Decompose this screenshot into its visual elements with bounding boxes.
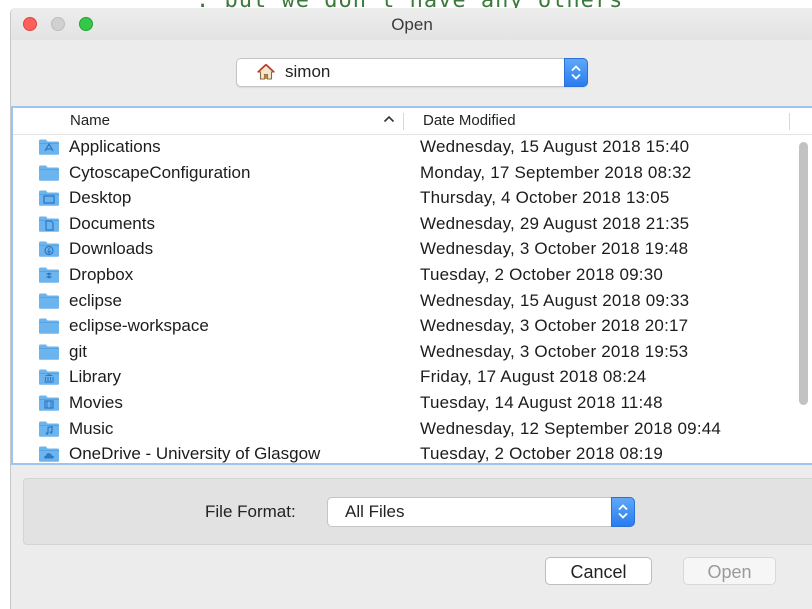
file-date: Wednesday, 12 September 2018 09:44 [420, 418, 722, 438]
column-divider[interactable] [789, 113, 790, 130]
file-row[interactable]: eclipse-workspace Wednesday, 3 October 2… [13, 313, 798, 339]
file-row[interactable]: CytoscapeConfiguration Monday, 17 Septem… [13, 160, 798, 186]
file-format-label: File Format: [205, 502, 296, 521]
file-name: CytoscapeConfiguration [69, 162, 251, 182]
up-down-chevron-icon [618, 504, 628, 519]
folder-icon [38, 164, 60, 182]
file-date: Wednesday, 15 August 2018 09:33 [420, 290, 690, 310]
home-icon [257, 63, 275, 80]
file-list[interactable]: Name Date Modified Applications Wednesda… [11, 106, 812, 465]
file-format-panel: File Format: All Files [23, 478, 812, 545]
file-date: Wednesday, 3 October 2018 19:53 [420, 341, 689, 361]
date-column-header[interactable]: Date Modified [423, 112, 516, 129]
file-name: Desktop [69, 188, 132, 208]
library-folder-icon [38, 368, 60, 386]
file-format-value: All Files [345, 502, 405, 521]
file-date: Wednesday, 3 October 2018 20:17 [420, 316, 689, 336]
file-row[interactable]: Music Wednesday, 12 September 2018 09:44 [13, 416, 798, 442]
chevron-up-icon[interactable] [383, 115, 395, 123]
file-name: Dropbox [69, 264, 134, 284]
vertical-scrollbar[interactable] [796, 134, 811, 465]
name-column-header[interactable]: Name [70, 112, 110, 129]
downloads-folder-icon [38, 240, 60, 258]
folder-icon [38, 292, 60, 310]
up-down-chevron-icon [571, 65, 581, 80]
file-date: Wednesday, 29 August 2018 21:35 [420, 213, 690, 233]
documents-folder-icon [38, 215, 60, 233]
file-row[interactable]: Desktop Thursday, 4 October 2018 13:05 [13, 185, 798, 211]
window-title: Open [391, 15, 433, 34]
file-date: Thursday, 4 October 2018 13:05 [420, 188, 670, 208]
folder-icon [38, 343, 60, 361]
location-label: simon [285, 62, 331, 81]
file-date: Friday, 17 August 2018 08:24 [420, 367, 647, 387]
cancel-button[interactable]: Cancel [545, 557, 652, 585]
location-dropdown[interactable]: simon [236, 58, 588, 87]
file-format-dropdown[interactable]: All Files [327, 497, 635, 527]
file-row[interactable]: Applications Wednesday, 15 August 2018 1… [13, 134, 798, 160]
music-folder-icon [38, 420, 60, 438]
background-text: . but we don't have any others [196, 0, 623, 8]
folder-icon [38, 317, 60, 335]
file-row[interactable]: Dropbox Tuesday, 2 October 2018 09:30 [13, 262, 798, 288]
movies-folder-icon [38, 394, 60, 412]
file-name: Downloads [69, 239, 154, 259]
file-name: Movies [69, 392, 123, 412]
column-header: Name Date Modified [13, 108, 812, 135]
file-row[interactable]: Documents Wednesday, 29 August 2018 21:3… [13, 211, 798, 237]
file-date: Monday, 17 September 2018 08:32 [420, 162, 692, 182]
file-date: Tuesday, 2 October 2018 09:30 [420, 264, 664, 284]
file-row[interactable]: Downloads Wednesday, 3 October 2018 19:4… [13, 236, 798, 262]
open-dialog: Open simon Name Date Modified Applicatio… [10, 8, 812, 609]
file-date: Wednesday, 3 October 2018 19:48 [420, 239, 689, 259]
file-name: Library [69, 367, 121, 387]
file-name: OneDrive - University of Glasgow [69, 444, 321, 464]
file-name: git [69, 341, 87, 361]
open-button[interactable]: Open [683, 557, 776, 585]
column-divider[interactable] [403, 113, 404, 130]
scrollbar-thumb[interactable] [799, 142, 808, 405]
file-row[interactable]: git Wednesday, 3 October 2018 19:53 [13, 339, 798, 365]
title-bar: Open [11, 8, 812, 40]
file-rows: Applications Wednesday, 15 August 2018 1… [13, 134, 798, 467]
file-format-stepper[interactable] [611, 497, 635, 527]
onedrive-folder-icon [38, 445, 60, 463]
file-name: Documents [69, 213, 155, 233]
file-name: Music [69, 418, 114, 438]
file-date: Wednesday, 15 August 2018 15:40 [420, 137, 690, 156]
file-row[interactable]: OneDrive - University of Glasgow Tuesday… [13, 441, 798, 467]
file-date: Tuesday, 14 August 2018 11:48 [420, 392, 663, 412]
dropbox-folder-icon [38, 266, 60, 284]
file-name: Applications [69, 137, 161, 156]
file-row[interactable]: eclipse Wednesday, 15 August 2018 09:33 [13, 288, 798, 314]
background-window: . but we don't have any others [0, 0, 812, 8]
location-stepper[interactable] [564, 58, 588, 87]
file-row[interactable]: Library Friday, 17 August 2018 08:24 [13, 364, 798, 390]
file-name: eclipse-workspace [69, 316, 209, 336]
file-name: eclipse [69, 290, 122, 310]
applications-folder-icon [38, 138, 60, 156]
file-row[interactable]: Movies Tuesday, 14 August 2018 11:48 [13, 390, 798, 416]
desktop-folder-icon [38, 189, 60, 207]
file-date: Tuesday, 2 October 2018 08:19 [420, 444, 664, 464]
